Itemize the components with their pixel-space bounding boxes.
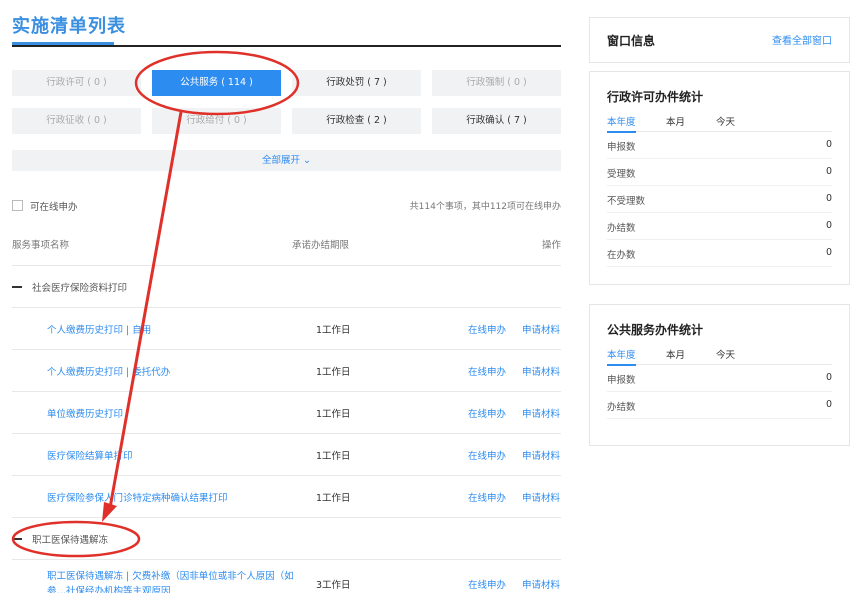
stat-label: 申报数 [607,142,636,153]
stat-label: 不受理数 [607,196,646,207]
apply-online-link[interactable]: 在线申办 [468,448,506,462]
tab-today[interactable]: 今天 [716,347,735,361]
category-xingzheng-qiangzhi[interactable]: 行政强制 ( 0 ) [432,70,561,96]
materials-link[interactable]: 申请材料 [522,406,560,420]
apply-online-link[interactable]: 在线申办 [468,577,506,591]
item-name-link[interactable]: 职工医保待遇解冻 | 欠费补缴（因非单位或非个人原因（如参…社保经办机构等主观原… [47,569,297,593]
materials-link[interactable]: 申请材料 [522,448,560,462]
stat-row: 申报数 0 [607,132,832,159]
apply-online-link[interactable]: 在线申办 [468,490,506,504]
expand-all-button[interactable]: 全部展开 ⌄ [12,150,561,171]
item-limit: 1工作日 [316,325,351,336]
item-name-link[interactable]: 医疗保险参保人门诊特定病种确认结果打印 [47,490,228,504]
view-all-windows-link[interactable]: 查看全部窗口 [772,32,832,47]
online-filter-checkbox[interactable] [12,200,23,211]
category-xingzheng-zhengshou[interactable]: 行政征收 ( 0 ) [12,108,141,134]
stat-row: 在办数 0 [607,240,832,267]
title-underline [12,42,114,45]
table-row: 医疗保险参保人门诊特定病种确认结果打印 1工作日 在线申办 申请材料 [12,476,561,518]
item-limit: 1工作日 [316,409,351,420]
category-xingzheng-geifu[interactable]: 行政给付 ( 0 ) [152,108,281,134]
apply-online-link[interactable]: 在线申办 [468,406,506,420]
online-filter-row: 可在线申办 共114个事项，其中112项可在线申办 [12,196,561,216]
implementation-list: 实施清单列表 行政许可 ( 0 ) 公共服务 ( 114 ) 行政处罚 ( 7 … [12,0,561,593]
materials-link[interactable]: 申请材料 [522,490,560,504]
online-filter-label: 可在线申办 [30,202,78,213]
window-info-title: 窗口信息 [607,34,656,48]
table-row: 单位缴费历史打印 1工作日 在线申办 申请材料 [12,392,561,434]
category-xingzheng-chufa[interactable]: 行政处罚 ( 7 ) [292,70,421,96]
materials-link[interactable]: 申请材料 [522,577,560,591]
group-label: 社会医疗保险资料打印 [32,283,128,294]
category-xingzheng-queren[interactable]: 行政确认 ( 7 ) [432,108,561,134]
header-operation: 操作 [541,240,561,251]
item-limit: 1工作日 [316,493,351,504]
stat-label: 申报数 [607,375,636,386]
stat-row: 申报数 0 [607,365,832,392]
tab-today[interactable]: 今天 [716,114,735,128]
tab-this-year[interactable]: 本年度 [607,347,636,366]
stat-value: 0 [825,166,832,177]
stat-value: 0 [825,372,832,383]
stat-row: 不受理数 0 [607,186,832,213]
item-name-link[interactable]: 单位缴费历史打印 [47,406,123,420]
stat-label: 办结数 [607,223,636,234]
stat-value: 0 [825,399,832,410]
stat-row: 受理数 0 [607,159,832,186]
stat-row: 办结数 0 [607,392,832,419]
tab-this-year[interactable]: 本年度 [607,114,636,133]
tab-this-month[interactable]: 本月 [666,114,685,128]
stat-value: 0 [825,139,832,150]
item-name-link[interactable]: 医疗保险结算单打印 [47,448,133,462]
category-gonggong-fuwu[interactable]: 公共服务 ( 114 ) [152,70,281,96]
apply-online-link[interactable]: 在线申办 [468,364,506,378]
stat-row: 办结数 0 [607,213,832,240]
stat-value: 0 [825,220,832,231]
table-header: 服务事项名称 承诺办结期限 操作 [12,232,561,266]
item-limit: 1工作日 [316,451,351,462]
stat-label: 在办数 [607,250,636,261]
title-row: 实施清单列表 [12,0,561,47]
header-name: 服务事项名称 [12,240,70,251]
table-row: 医疗保险结算单打印 1工作日 在线申办 申请材料 [12,434,561,476]
permit-stats-panel: 行政许可办件统计 本年度 本月 今天 申报数 0 受理数 0 不受理数 0 办结… [589,71,850,285]
window-info-panel: 窗口信息 查看全部窗口 [589,17,850,63]
table-row: 职工医保待遇解冻 | 欠费补缴（因非单位或非个人原因（如参…社保经办机构等主观原… [12,565,561,593]
permit-stats-tabs: 本年度 本月 今天 [607,112,832,133]
page-title: 实施清单列表 [12,16,126,37]
item-limit: 1工作日 [316,367,351,378]
service-stats-tabs: 本年度 本月 今天 [607,345,832,366]
item-name-link[interactable]: 个人缴费历史打印 | 自用 [47,322,151,336]
service-stats-panel: 公共服务办件统计 本年度 本月 今天 申报数 0 办结数 0 [589,304,850,446]
stat-label: 受理数 [607,169,636,180]
service-stats-title: 公共服务办件统计 [607,323,704,337]
header-limit: 承诺办结期限 [292,240,350,251]
stat-value: 0 [825,247,832,258]
stat-value: 0 [825,193,832,204]
item-name-link[interactable]: 个人缴费历史打印 | 委托代办 [47,364,170,378]
table-row: 个人缴费历史打印 | 自用 1工作日 在线申办 申请材料 [12,308,561,350]
item-limit: 3工作日 [316,580,351,591]
category-xingzheng-xuke[interactable]: 行政许可 ( 0 ) [12,70,141,96]
category-xingzheng-jiancha[interactable]: 行政检查 ( 2 ) [292,108,421,134]
permit-stats-title: 行政许可办件统计 [607,90,704,104]
table-row: 个人缴费历史打印 | 委托代办 1工作日 在线申办 申请材料 [12,350,561,392]
materials-link[interactable]: 申请材料 [522,322,560,336]
tab-this-month[interactable]: 本月 [666,347,685,361]
group-label: 职工医保待遇解冻 [32,535,109,546]
collapse-icon[interactable] [12,538,22,540]
materials-link[interactable]: 申请材料 [522,364,560,378]
count-summary: 共114个事项，其中112项可在线申办 [409,202,561,212]
group-header[interactable]: 职工医保待遇解冻 [12,518,561,560]
collapse-icon[interactable] [12,286,22,288]
stat-label: 办结数 [607,402,636,413]
group-header[interactable]: 社会医疗保险资料打印 [12,266,561,308]
apply-online-link[interactable]: 在线申办 [468,322,506,336]
